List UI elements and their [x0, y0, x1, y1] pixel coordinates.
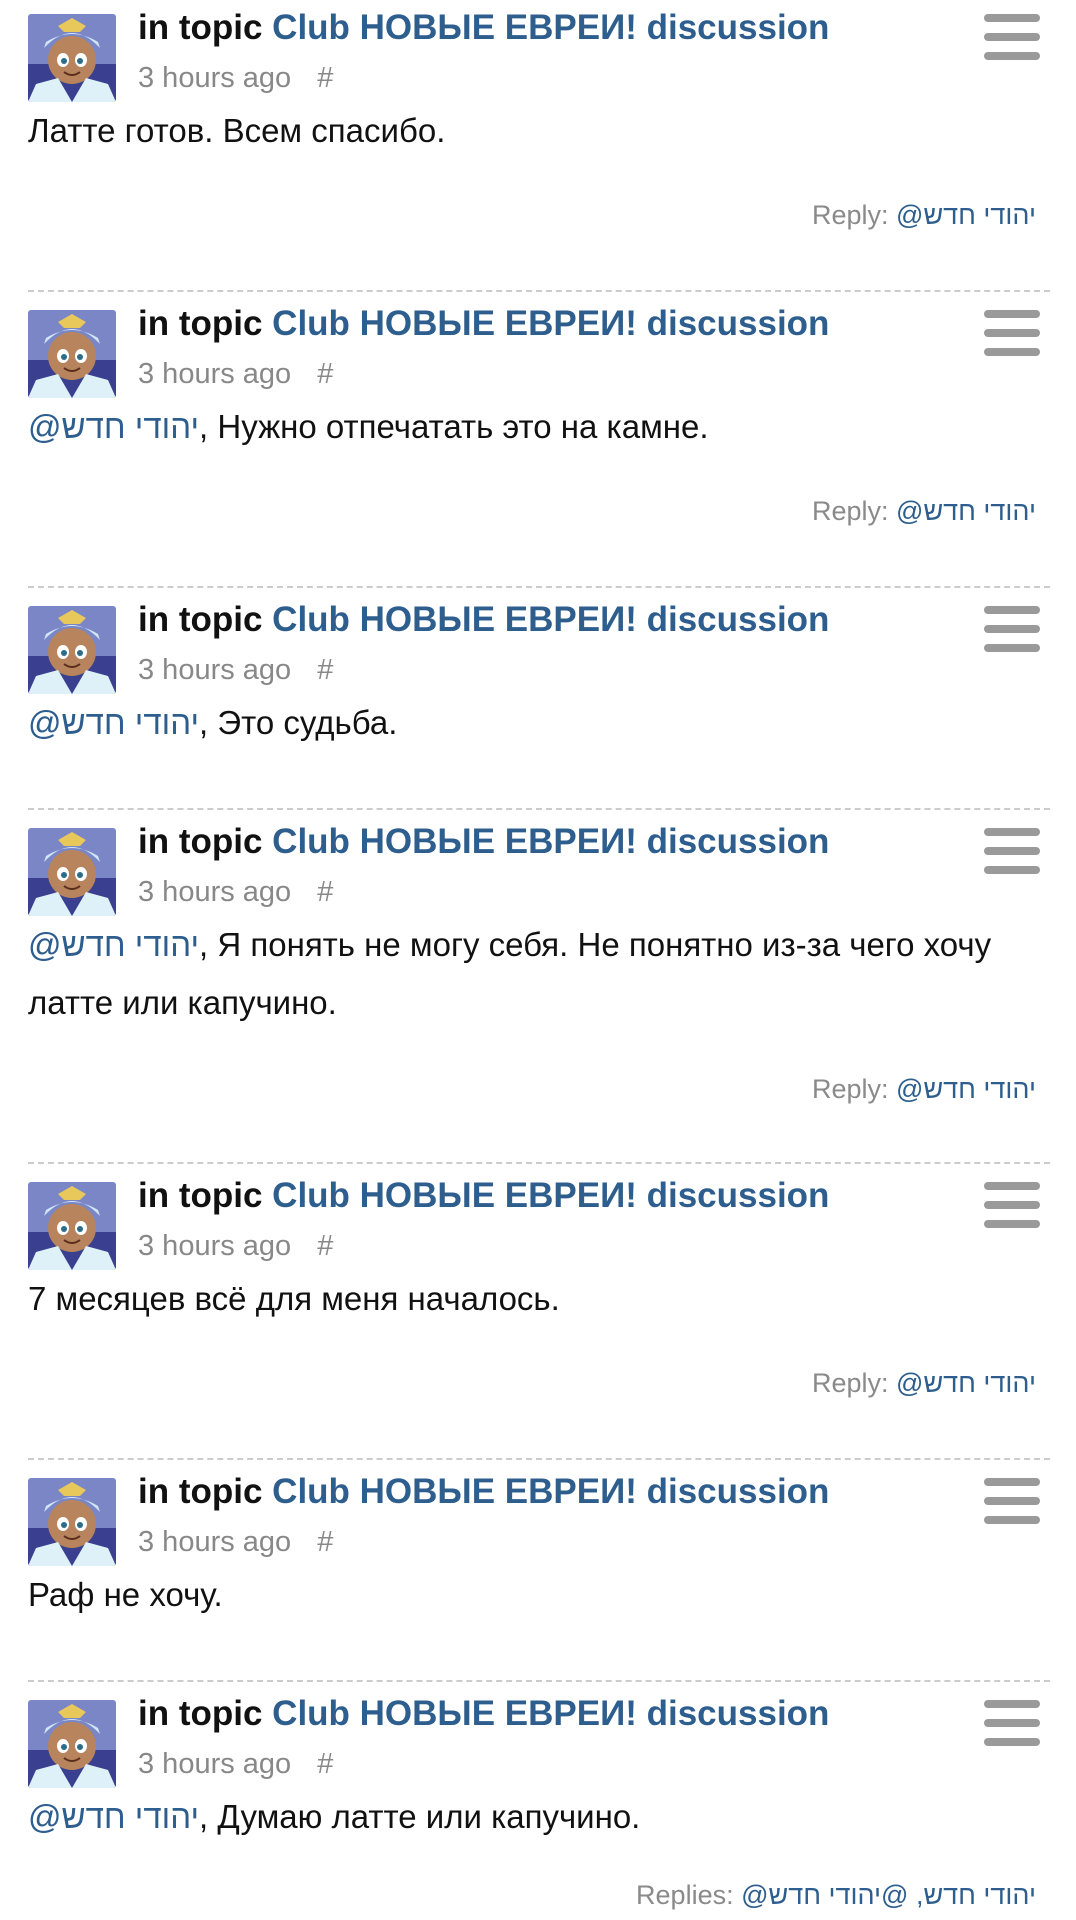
post-text: Раф не хочу.	[28, 1576, 223, 1613]
comment-feed: in topic Club НОВЫЕ ЕВРЕИ! discussion 3 …	[0, 0, 1076, 1920]
post-header: in topic Club НОВЫЕ ЕВРЕИ! discussion	[138, 1692, 829, 1736]
permalink[interactable]: #	[317, 1230, 333, 1262]
in-topic-label: in topic	[138, 304, 263, 343]
topic-link[interactable]: Club НОВЫЕ ЕВРЕИ! discussion	[272, 1176, 829, 1215]
reply-user-link[interactable]: @יהודי חדש	[896, 200, 1036, 230]
topic-link[interactable]: Club НОВЫЕ ЕВРЕИ! discussion	[272, 600, 829, 639]
mention-link[interactable]: @יהודי חדש	[28, 408, 199, 445]
avatar-cartoon-character-icon[interactable]	[28, 14, 116, 102]
reply-line: Reply: @יהודי חדש	[812, 496, 1036, 527]
avatar-cartoon-character-icon[interactable]	[28, 310, 116, 398]
hamburger-menu-icon[interactable]	[984, 606, 1040, 652]
permalink[interactable]: #	[317, 876, 333, 908]
timestamp[interactable]: 3 hours ago	[138, 1526, 291, 1558]
post-header: in topic Club НОВЫЕ ЕВРЕИ! discussion	[138, 1470, 829, 1514]
timestamp[interactable]: 3 hours ago	[138, 1230, 291, 1262]
topic-link[interactable]: Club НОВЫЕ ЕВРЕИ! discussion	[272, 8, 829, 47]
topic-link[interactable]: Club НОВЫЕ ЕВРЕИ! discussion	[272, 304, 829, 343]
mention-link[interactable]: @יהודי חדש	[28, 1798, 199, 1835]
post-header: in topic Club НОВЫЕ ЕВРЕИ! discussion	[138, 6, 829, 50]
mention-link[interactable]: @יהודי חדש	[28, 926, 199, 963]
mention-link[interactable]: @יהודי חדש	[28, 704, 199, 741]
timestamp[interactable]: 3 hours ago	[138, 1748, 291, 1780]
post-text: , Нужно отпечатать это на камне.	[199, 408, 709, 445]
hamburger-menu-icon[interactable]	[984, 1700, 1040, 1746]
post-body: 7 месяцев всё для меня началось.	[28, 1270, 1028, 1328]
timestamp[interactable]: 3 hours ago	[138, 358, 291, 390]
permalink[interactable]: #	[317, 654, 333, 686]
post-header: in topic Club НОВЫЕ ЕВРЕИ! discussion	[138, 820, 829, 864]
reply-line: Reply: @יהודי חדש	[812, 1368, 1036, 1399]
reply-label: Reply:	[812, 200, 889, 230]
post-divider	[28, 290, 1050, 292]
post-meta: 3 hours ago #	[138, 1524, 333, 1560]
replies-label: Replies:	[636, 1880, 734, 1910]
in-topic-label: in topic	[138, 1472, 263, 1511]
post-divider	[28, 1458, 1050, 1460]
reply-line: Reply: @יהודי חדש	[812, 200, 1036, 231]
avatar-cartoon-character-icon[interactable]	[28, 828, 116, 916]
hamburger-menu-icon[interactable]	[984, 14, 1040, 60]
topic-link[interactable]: Club НОВЫЕ ЕВРЕИ! discussion	[272, 1472, 829, 1511]
avatar-cartoon-character-icon[interactable]	[28, 1700, 116, 1788]
post-body: @יהודי חדש, Нужно отпечатать это на камн…	[28, 398, 1028, 456]
avatar-cartoon-character-icon[interactable]	[28, 1478, 116, 1566]
permalink[interactable]: #	[317, 1748, 333, 1780]
post-meta: 3 hours ago #	[138, 1228, 333, 1264]
avatar-cartoon-character-icon[interactable]	[28, 1182, 116, 1270]
replies-user-links[interactable]: @יהודי חדש, @יהודי חדש	[741, 1880, 1036, 1910]
post-body: Латте готов. Всем спасибо.	[28, 102, 1028, 160]
post-text: Латте готов. Всем спасибо.	[28, 112, 446, 149]
post-meta: 3 hours ago #	[138, 60, 333, 96]
post-text: , Думаю латте или капучино.	[199, 1798, 641, 1835]
topic-link[interactable]: Club НОВЫЕ ЕВРЕИ! discussion	[272, 822, 829, 861]
post-divider	[28, 586, 1050, 588]
reply-user-link[interactable]: @יהודי חדש	[896, 1074, 1036, 1104]
in-topic-label: in topic	[138, 8, 263, 47]
post-header: in topic Club НОВЫЕ ЕВРЕИ! discussion	[138, 598, 829, 642]
post-text: , Это судьба.	[199, 704, 398, 741]
post-header: in topic Club НОВЫЕ ЕВРЕИ! discussion	[138, 302, 829, 346]
post-divider	[28, 1680, 1050, 1682]
permalink[interactable]: #	[317, 1526, 333, 1558]
reply-label: Reply:	[812, 1074, 889, 1104]
post-header: in topic Club НОВЫЕ ЕВРЕИ! discussion	[138, 1174, 829, 1218]
reply-label: Reply:	[812, 1368, 889, 1398]
post-body: Раф не хочу.	[28, 1566, 1028, 1624]
in-topic-label: in topic	[138, 822, 263, 861]
post-body: @יהודי חדש, Думаю латте или капучино.	[28, 1788, 1028, 1846]
reply-line: Reply: @יהודי חדש	[812, 1074, 1036, 1105]
post-meta: 3 hours ago #	[138, 652, 333, 688]
in-topic-label: in topic	[138, 1176, 263, 1215]
replies-line: Replies: @יהודי חדש, @יהודי חדש	[636, 1880, 1036, 1911]
hamburger-menu-icon[interactable]	[984, 1182, 1040, 1228]
post-meta: 3 hours ago #	[138, 356, 333, 392]
timestamp[interactable]: 3 hours ago	[138, 62, 291, 94]
post-meta: 3 hours ago #	[138, 874, 333, 910]
post-body: @יהודי חדש, Это судьба.	[28, 694, 1028, 752]
hamburger-menu-icon[interactable]	[984, 828, 1040, 874]
permalink[interactable]: #	[317, 358, 333, 390]
in-topic-label: in topic	[138, 1694, 263, 1733]
reply-user-link[interactable]: @יהודי חדש	[896, 496, 1036, 526]
timestamp[interactable]: 3 hours ago	[138, 876, 291, 908]
hamburger-menu-icon[interactable]	[984, 1478, 1040, 1524]
hamburger-menu-icon[interactable]	[984, 310, 1040, 356]
post-divider	[28, 808, 1050, 810]
timestamp[interactable]: 3 hours ago	[138, 654, 291, 686]
avatar-cartoon-character-icon[interactable]	[28, 606, 116, 694]
reply-label: Reply:	[812, 496, 889, 526]
post-divider	[28, 1162, 1050, 1164]
topic-link[interactable]: Club НОВЫЕ ЕВРЕИ! discussion	[272, 1694, 829, 1733]
reply-user-link[interactable]: @יהודי חדש	[896, 1368, 1036, 1398]
post-body: @יהודי חדש, Я понять не могу себя. Не по…	[28, 916, 1028, 1032]
in-topic-label: in topic	[138, 600, 263, 639]
post-meta: 3 hours ago #	[138, 1746, 333, 1782]
post-text: 7 месяцев всё для меня началось.	[28, 1280, 560, 1317]
permalink[interactable]: #	[317, 62, 333, 94]
